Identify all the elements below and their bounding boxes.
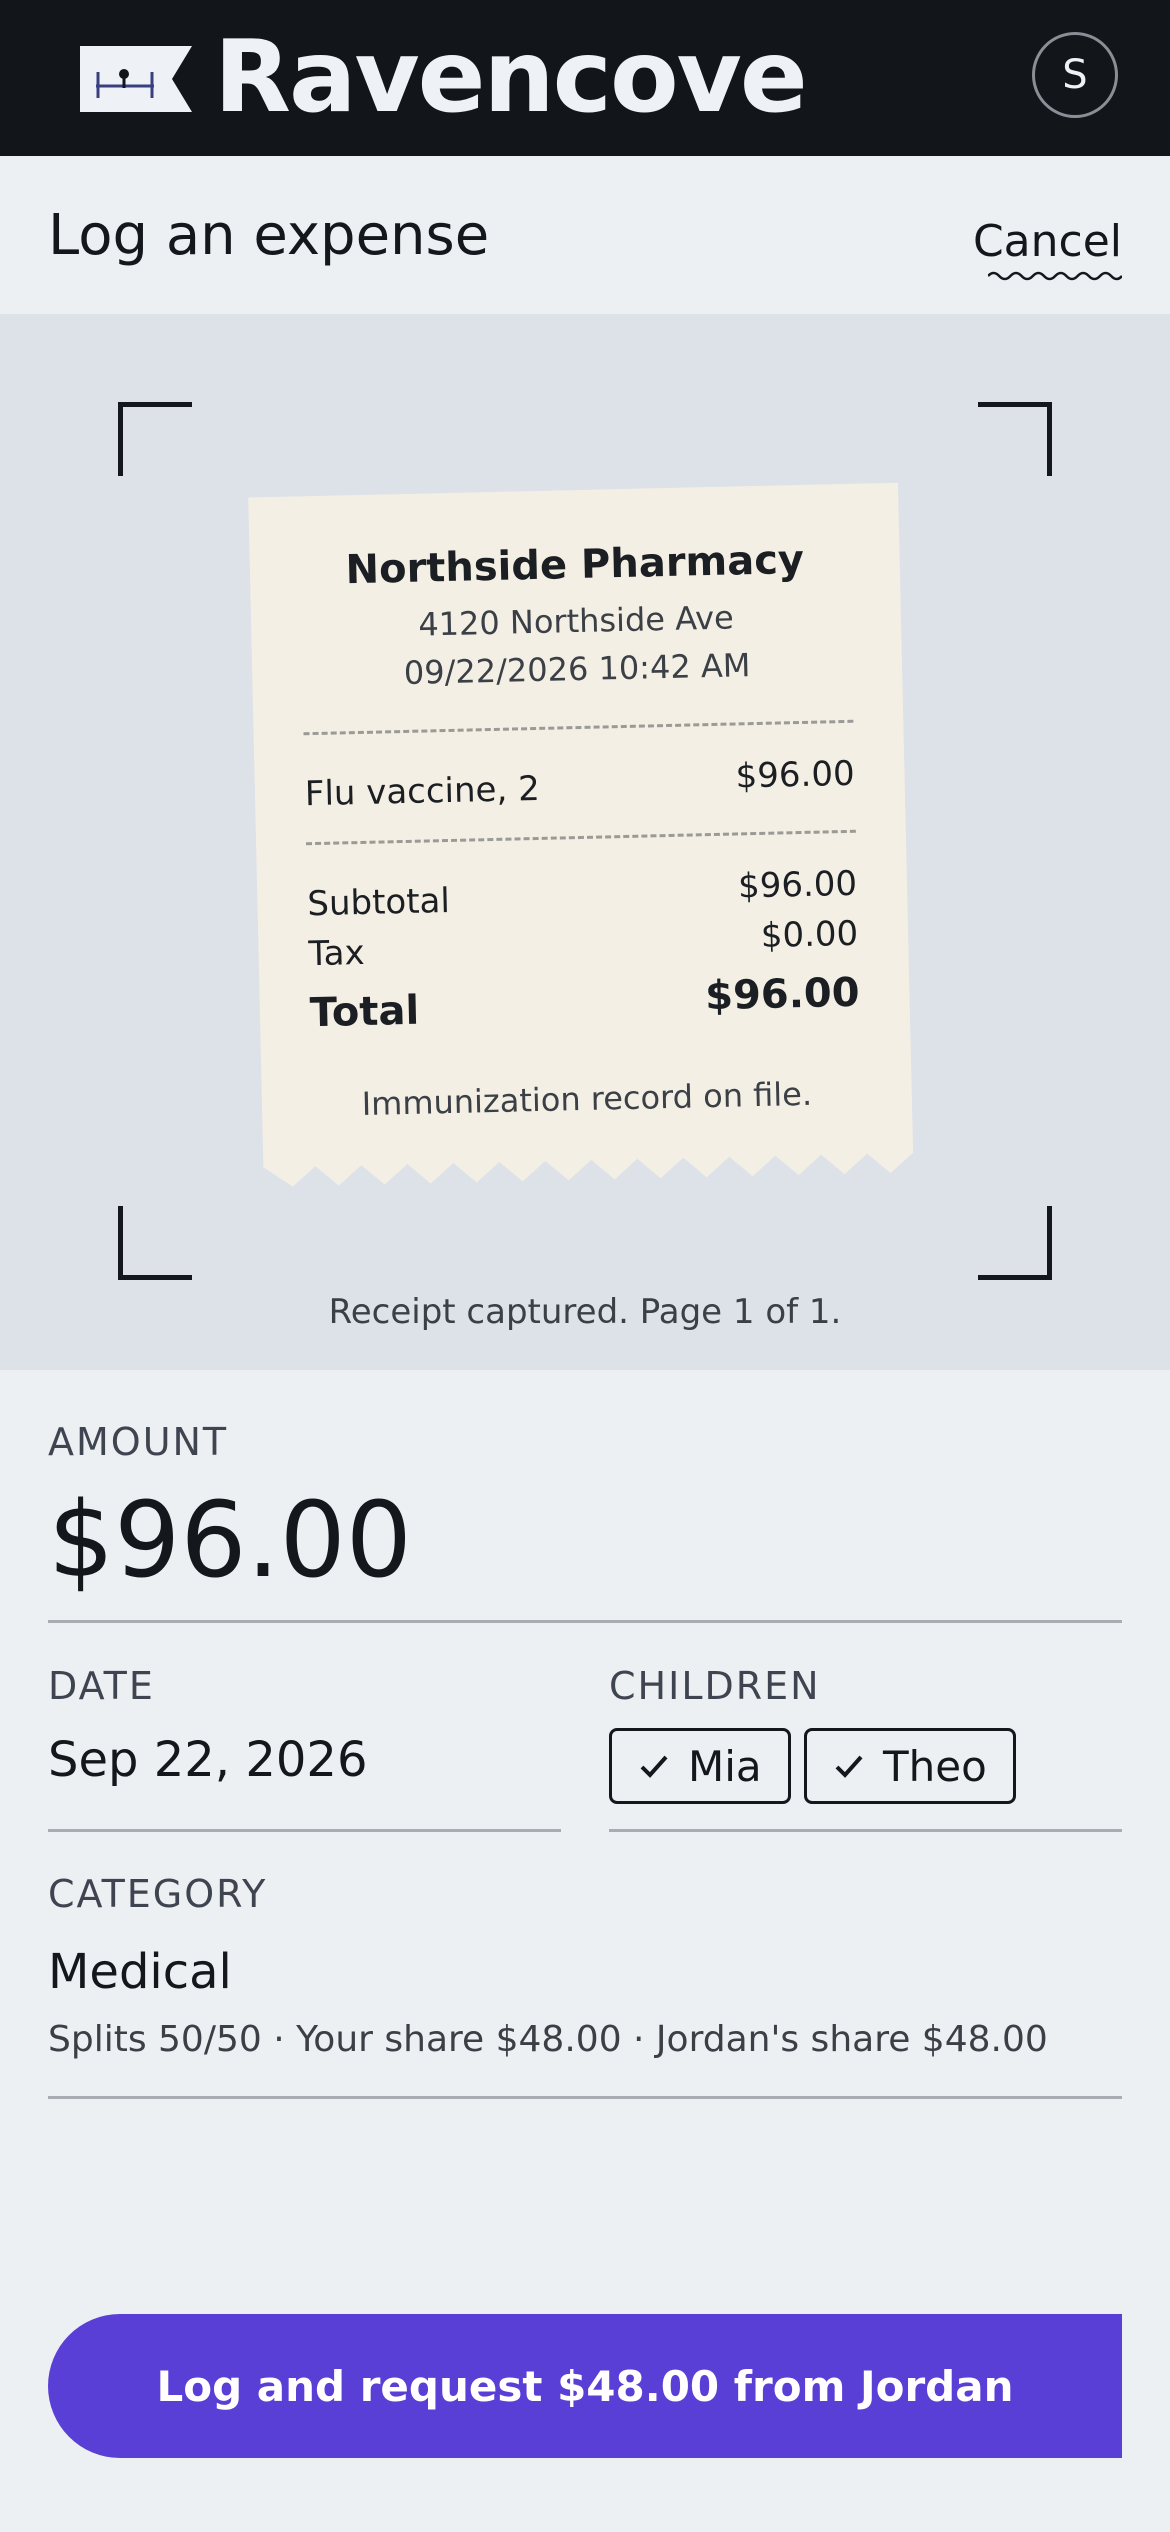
receipt-image: Northside Pharmacy 4120 Northside Ave 09… (248, 482, 914, 1198)
scan-status: Receipt captured. Page 1 of 1. (328, 1292, 842, 1332)
category-select[interactable]: Medical (48, 1944, 232, 2000)
receipt-item-label: Flu vaccine, 2 (304, 768, 541, 815)
viewfinder-corner-bottom-left (118, 1206, 192, 1280)
category-label: CATEGORY (48, 1872, 268, 1916)
flag-logo-icon (80, 46, 192, 112)
child-chip-mia[interactable]: Mia (609, 1728, 791, 1804)
receipt-total-amount: $96.00 (704, 969, 861, 1020)
receipt-item-amount: $96.00 (735, 753, 856, 797)
amount-underline (48, 1620, 1122, 1623)
children-underline (609, 1829, 1122, 1832)
date-label: DATE (48, 1664, 155, 1708)
title-bar: Log an expense Cancel (0, 156, 1170, 314)
user-avatar[interactable]: S (1032, 32, 1118, 118)
receipt-total-label: Total (309, 987, 420, 1037)
children-label: CHILDREN (609, 1664, 821, 1708)
app-header: Ravencove S (0, 0, 1170, 156)
receipt-tax-amount: $0.00 (760, 913, 859, 956)
brand-name: Ravencove (214, 18, 808, 135)
viewfinder-corner-top-left (118, 402, 192, 476)
date-input[interactable]: Sep 22, 2026 (48, 1732, 367, 1788)
check-icon (835, 1755, 863, 1778)
category-underline (48, 2096, 1122, 2099)
date-underline (48, 1829, 561, 1832)
receipt-tax-label: Tax (308, 932, 366, 975)
check-icon (640, 1755, 668, 1778)
child-chip-label: Mia (688, 1741, 762, 1791)
viewfinder-corner-bottom-right (978, 1206, 1052, 1280)
amount-label: AMOUNT (48, 1420, 229, 1464)
receipt-subtotal-label: Subtotal (306, 880, 451, 925)
viewfinder-corner-top-right (978, 402, 1052, 476)
cancel-underline (988, 271, 1122, 281)
page-title: Log an expense (48, 203, 490, 268)
child-chip-label: Theo (883, 1741, 987, 1791)
amount-input[interactable]: $96.00 (48, 1480, 412, 1600)
receipt-scan-area[interactable]: Northside Pharmacy 4120 Northside Ave 09… (0, 314, 1170, 1370)
split-summary: Splits 50/50 · Your share $48.00 · Jorda… (48, 2019, 1048, 2060)
child-chip-theo[interactable]: Theo (804, 1728, 1016, 1804)
log-and-request-button[interactable]: Log and request $48.00 from Jordan (48, 2314, 1122, 2458)
receipt-subtotal-amount: $96.00 (737, 863, 858, 907)
cancel-link[interactable]: Cancel (973, 216, 1122, 268)
